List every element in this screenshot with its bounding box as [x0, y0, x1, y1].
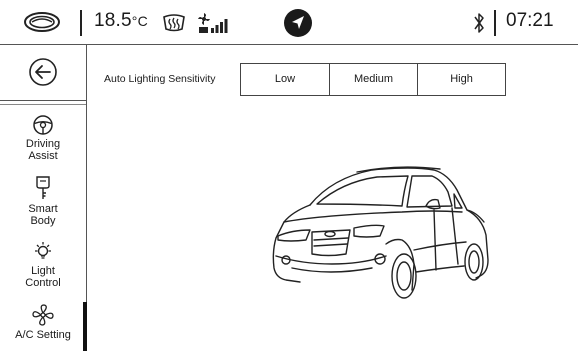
- sidebar-item-label: Light: [31, 265, 55, 277]
- auto-lighting-sensitivity-label: Auto Lighting Sensitivity: [104, 73, 216, 85]
- sensitivity-low-button[interactable]: Low: [241, 64, 329, 95]
- temperature-readout: 18.5°C: [94, 10, 148, 32]
- clock: 07:21: [506, 10, 554, 31]
- sidebar-item-label: Assist: [28, 150, 58, 162]
- bluetooth-icon: [474, 13, 484, 33]
- sidebar-item-label: Driving: [25, 138, 61, 150]
- back-arrow-icon[interactable]: [28, 57, 58, 87]
- back-button[interactable]: [0, 44, 86, 101]
- sensitivity-selector: Low Medium High: [240, 63, 506, 96]
- sensitivity-high-button[interactable]: High: [417, 64, 505, 95]
- sidebar-item-light-control[interactable]: Light Control: [0, 241, 86, 289]
- sidebar-item-label: Smart: [28, 203, 58, 215]
- steering-wheel-icon: [33, 115, 53, 135]
- rear-defrost-icon: [163, 14, 185, 32]
- status-divider: [494, 10, 496, 36]
- active-indicator: [83, 302, 87, 351]
- brand-logo-icon[interactable]: [23, 11, 61, 33]
- temperature-value: 18.5: [94, 10, 132, 31]
- sidebar-item-driving-assist[interactable]: Driving Assist: [0, 114, 86, 162]
- sidebar-item-label: A/C Setting: [15, 329, 71, 341]
- fan-icon: [32, 304, 54, 326]
- sidebar-item-label: Control: [25, 277, 61, 289]
- sidebar-item-smart-body[interactable]: Smart Body: [0, 175, 86, 227]
- temperature-unit: °C: [131, 13, 148, 29]
- car-icon: [272, 166, 489, 299]
- fan-speed-icon: [198, 13, 228, 33]
- sidebar-separator: [0, 104, 86, 105]
- status-bar: 18.5°C 07:21: [0, 0, 578, 45]
- sensitivity-medium-button[interactable]: Medium: [329, 64, 417, 95]
- status-divider: [80, 10, 82, 36]
- sidebar-item-label: Body: [30, 215, 56, 227]
- sidebar-item-ac-setting[interactable]: A/C Setting: [0, 303, 86, 341]
- light-bulb-icon: [35, 242, 51, 259]
- navigation-icon[interactable]: [283, 8, 313, 38]
- sidebar: Driving Assist Smart Body Light Control …: [0, 44, 87, 351]
- key-icon: [36, 176, 50, 199]
